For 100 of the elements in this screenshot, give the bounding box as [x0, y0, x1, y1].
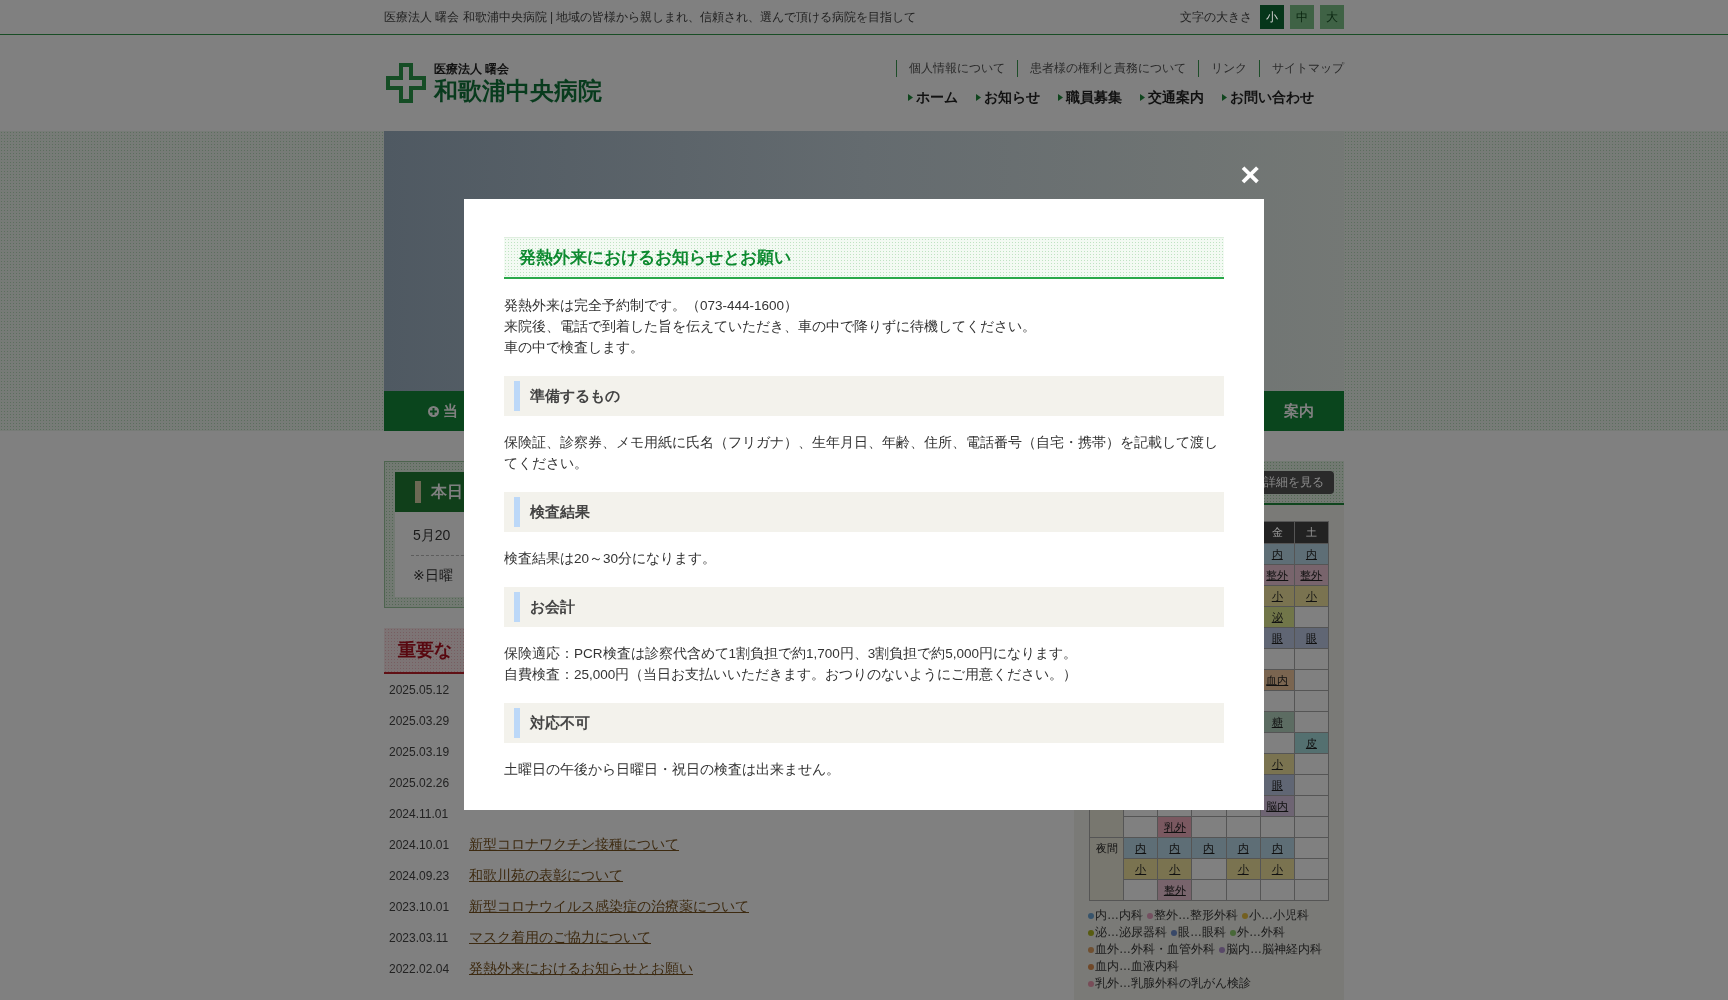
triangle-icon [1140, 94, 1145, 101]
today-title: 本日 [431, 481, 463, 502]
news-link[interactable]: 新型コロナワクチン接種について [469, 835, 679, 854]
triangle-icon [1058, 94, 1063, 101]
nav-link[interactable]: お知らせ [976, 88, 1040, 107]
department-link[interactable]: 泌 [1271, 610, 1283, 623]
department-link[interactable]: 眼 [1271, 778, 1283, 791]
department-link[interactable]: 内 [1237, 841, 1249, 854]
department-link[interactable]: 内 [1135, 841, 1147, 854]
legend-item: 泌…泌尿器科 [1088, 925, 1167, 939]
plus-icon [428, 405, 439, 417]
dialog-text: 来院後、電話で到着した旨を伝えていただき、車の中で降りずに待機してください。 [504, 318, 1037, 336]
department-link[interactable]: 糖 [1271, 715, 1283, 728]
legend-item: 脳内…脳神経内科 [1219, 942, 1322, 956]
news-date: 2025.02.26 [389, 775, 451, 790]
news-link[interactable]: 発熱外来におけるお知らせとお願い [469, 959, 693, 978]
accent-bar [514, 381, 520, 411]
nav-link[interactable]: 職員募集 [1058, 88, 1122, 107]
news-link[interactable]: マスク着用のご協力について [469, 928, 651, 947]
accent-bar [415, 481, 421, 503]
department-link[interactable]: 内 [1271, 547, 1283, 560]
department-link[interactable]: 小 [1135, 862, 1147, 875]
cross-logo-icon [384, 61, 428, 105]
time-label: 夜間 [1095, 842, 1118, 854]
section-title: お会計 [530, 597, 575, 617]
font-size-button[interactable]: 小 [1260, 5, 1284, 29]
dialog-text: 土曜日の午後から日曜日・祝日の検査は出来ません。 [504, 761, 841, 779]
nav-link[interactable]: ホーム [908, 88, 958, 107]
nav-link[interactable]: 交通案内 [1140, 88, 1204, 107]
department-link[interactable]: 小 [1271, 589, 1283, 602]
department-link[interactable]: 皮 [1305, 736, 1317, 749]
site-tagline: 医療法人 曙会 和歌浦中央病院 | 地域の皆様から親しまれ、信頼され、選んで頂ける病院を目指して [384, 8, 917, 26]
accent-bar [514, 708, 520, 738]
legend-item: 血外…外科・血管外科 [1088, 942, 1215, 956]
today-date: 5月20 [413, 527, 451, 543]
triangle-icon [908, 94, 913, 101]
news-date: 2025.05.12 [389, 682, 451, 697]
menu-link[interactable]: 案内 [1284, 401, 1314, 421]
department-link[interactable]: 整外 [1163, 883, 1186, 896]
department-link[interactable]: 小 [1271, 757, 1283, 770]
legend-item: 眼…眼科 [1171, 925, 1226, 939]
department-link[interactable]: 小 [1237, 862, 1249, 875]
news-date: 2023.10.01 [389, 899, 451, 914]
accent-bar [514, 497, 520, 527]
department-link[interactable]: 内 [1203, 841, 1215, 854]
header-link[interactable]: 個人情報について [896, 59, 1005, 77]
department-link[interactable]: 乳外 [1163, 820, 1186, 833]
news-link[interactable]: 和歌川苑の表彰について [469, 866, 623, 885]
department-link[interactable]: 小 [1305, 589, 1317, 602]
news-date: 2024.09.23 [389, 868, 451, 883]
hospital-name: 和歌浦中央病院 [434, 78, 602, 105]
section-title: 対応不可 [530, 713, 590, 733]
news-date: 2022.02.04 [389, 961, 451, 976]
today-note: ※日曜 [413, 567, 453, 583]
font-size-button[interactable]: 大 [1320, 5, 1344, 29]
header-link[interactable]: 患者様の権利と責務について [1017, 59, 1186, 77]
close-button[interactable]: × [1240, 157, 1260, 191]
nav-link[interactable]: お問い合わせ [1222, 88, 1314, 107]
department-link[interactable]: 内 [1271, 841, 1283, 854]
dialog-text: 車の中で検査します。 [504, 339, 645, 357]
triangle-icon [1222, 94, 1227, 101]
department-link[interactable]: 整外 [1300, 568, 1323, 581]
font-size-button[interactable]: 中 [1290, 5, 1314, 29]
section-title: 検査結果 [530, 502, 590, 522]
news-date: 2025.03.29 [389, 713, 451, 728]
important-news-title: 重要な [398, 639, 452, 662]
header-link[interactable]: リンク [1198, 59, 1247, 77]
news-link[interactable]: 新型コロナウイルス感染症の治療薬について [469, 897, 749, 916]
legend-item: 乳外…乳腺外科の乳がん検診 [1088, 976, 1251, 990]
header-link[interactable]: サイトマップ [1259, 59, 1344, 77]
news-date: 2024.11.01 [389, 806, 450, 821]
department-link[interactable]: 整外 [1266, 568, 1289, 581]
dialog-text: 自費検査：25,000円（当日お支払いいただきます。おつりのないようにご用意ください。） [504, 666, 1079, 684]
section-title: 準備するもの [530, 386, 620, 406]
menu-link[interactable]: 当 [428, 401, 458, 421]
dialog-text: 保険証、診察券、メモ用紙に氏名（フリガナ）、生年月日、年齢、住所、電話番号（自宅・携帯）を記載して渡してください。 [504, 434, 1219, 473]
logo-subtitle: 医療法人 曙会 [434, 61, 511, 78]
dialog-title: 発熱外来におけるお知らせとお願い [504, 237, 1224, 279]
department-link[interactable]: 小 [1271, 862, 1283, 875]
table-header: 土 [1294, 521, 1329, 544]
news-date: 2023.03.11 [389, 930, 450, 945]
department-link[interactable]: 内 [1305, 547, 1317, 560]
department-link[interactable]: 血内 [1266, 673, 1289, 686]
department-link[interactable]: 眼 [1305, 631, 1317, 644]
dialog-text: 発熱外来は完全予約制です。（073-444-1600） [504, 297, 800, 315]
legend-item: 血内…血液内科 [1088, 959, 1179, 973]
department-link[interactable]: 小 [1169, 862, 1181, 875]
legend-item: 小…小児科 [1242, 908, 1309, 922]
legend-item: 内…内科 [1088, 908, 1143, 922]
department-link[interactable]: 内 [1169, 841, 1181, 854]
triangle-icon [976, 94, 981, 101]
department-link[interactable]: 眼 [1271, 631, 1283, 644]
dialog-text: 検査結果は20～30分になります。 [504, 550, 718, 568]
department-link[interactable]: 脳内 [1266, 799, 1289, 812]
legend-item: 整外…整形外科 [1147, 908, 1238, 922]
legend-item: 外…外科 [1230, 925, 1285, 939]
dialog-text: 保険適応：PCR検査は診察代含めて1割負担で約1,700円、3割負担で約5,000円になります。 [504, 645, 1079, 663]
news-date: 2025.03.19 [389, 744, 451, 759]
news-date: 2024.10.01 [389, 837, 451, 852]
font-size-label: 文字の大きさ [1180, 8, 1252, 26]
